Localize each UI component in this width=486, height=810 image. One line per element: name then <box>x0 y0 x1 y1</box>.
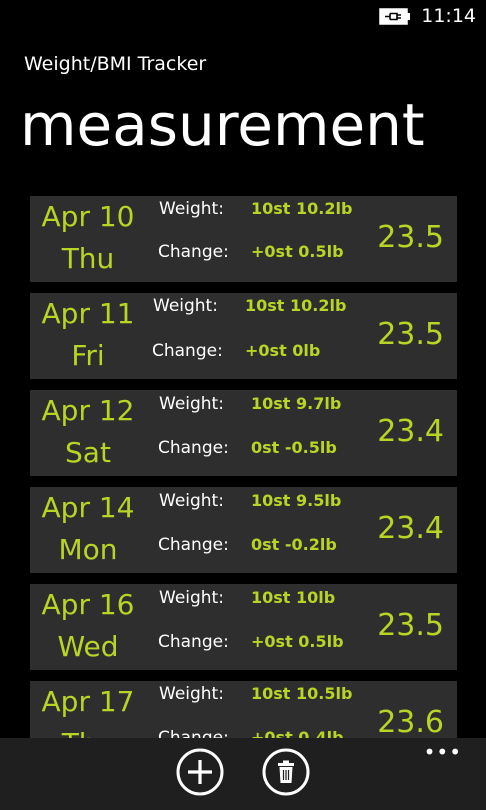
entry-date-label: Apr 14 <box>41 491 135 524</box>
entry-day-label: Fri <box>71 339 105 372</box>
change-value: +0st 0lb <box>245 341 321 360</box>
measurement-row[interactable]: Apr 14 Mon Weight: 10st 9.5lb Change: 0s… <box>30 487 457 573</box>
entry-date: Apr 10 Thu <box>30 196 146 282</box>
change-label: Change: <box>158 535 229 555</box>
entry-date-label: Apr 16 <box>41 588 135 621</box>
bmi-value: 23.5 <box>377 608 444 643</box>
weight-value: 10st 9.5lb <box>251 491 342 510</box>
weight-label: Weight: <box>153 296 218 316</box>
bmi-value: 23.5 <box>377 220 444 255</box>
weight-value: 10st 10lb <box>251 588 336 607</box>
entry-date-label: Apr 17 <box>41 685 135 718</box>
weight-label: Weight: <box>159 684 224 704</box>
change-label: Change: <box>152 341 223 361</box>
trash-icon <box>262 748 310 796</box>
bmi-value: 23.5 <box>377 317 444 352</box>
entry-date: Apr 12 Sat <box>30 390 146 476</box>
entry-day-label: Thu <box>61 242 115 275</box>
weight-label: Weight: <box>159 394 224 414</box>
weight-value: 10st 10.2lb <box>251 199 353 218</box>
entry-day-label: Wed <box>57 630 119 663</box>
bmi-value: 23.6 <box>377 705 444 740</box>
entry-date: Apr 11 Fri <box>30 293 146 379</box>
change-value: 0st -0.2lb <box>251 535 337 554</box>
bmi-value: 23.4 <box>377 414 444 449</box>
app-bar: ••• <box>0 738 486 810</box>
add-button[interactable] <box>176 748 224 796</box>
change-label: Change: <box>158 438 229 458</box>
weight-value: 10st 10.2lb <box>245 296 347 315</box>
plus-icon <box>176 748 224 796</box>
change-label: Change: <box>158 242 229 262</box>
ellipsis-icon[interactable]: ••• <box>424 742 462 762</box>
status-clock: 11:14 <box>421 5 476 27</box>
weight-label: Weight: <box>159 491 224 511</box>
measurement-row[interactable]: Apr 12 Sat Weight: 10st 9.7lb Change: 0s… <box>30 390 457 476</box>
weight-label: Weight: <box>159 588 224 608</box>
entry-date: Apr 16 Wed <box>30 584 146 670</box>
status-bar: 11:14 <box>0 0 486 32</box>
weight-label: Weight: <box>159 199 224 219</box>
measurement-row[interactable]: Apr 16 Wed Weight: 10st 10lb Change: +0s… <box>30 584 457 670</box>
change-value: +0st 0.5lb <box>251 632 344 651</box>
battery-charging-icon <box>379 8 411 25</box>
change-value: +0st 0.5lb <box>251 242 344 261</box>
measurement-row[interactable]: Apr 10 Thu Weight: 10st 10.2lb Change: +… <box>30 196 457 282</box>
weight-value: 10st 9.7lb <box>251 394 342 413</box>
entry-date: Apr 14 Mon <box>30 487 146 573</box>
delete-button[interactable] <box>262 748 310 796</box>
bmi-value: 23.4 <box>377 511 444 546</box>
screen: 11:14 Weight/BMI Tracker measurement Apr… <box>0 0 486 810</box>
measurement-list: Apr 10 Thu Weight: 10st 10.2lb Change: +… <box>30 196 457 778</box>
entry-day-label: Mon <box>58 533 118 566</box>
change-label: Change: <box>158 632 229 652</box>
entry-day-label: Sat <box>65 436 111 469</box>
entry-date-label: Apr 12 <box>41 394 135 427</box>
change-value: 0st -0.5lb <box>251 438 337 457</box>
entry-date-label: Apr 11 <box>41 297 135 330</box>
measurement-row[interactable]: Apr 11 Fri Weight: 10st 10.2lb Change: +… <box>30 293 457 379</box>
entry-date-label: Apr 10 <box>41 200 135 233</box>
weight-value: 10st 10.5lb <box>251 684 353 703</box>
page-title: measurement <box>20 91 425 159</box>
app-title: Weight/BMI Tracker <box>24 53 207 75</box>
